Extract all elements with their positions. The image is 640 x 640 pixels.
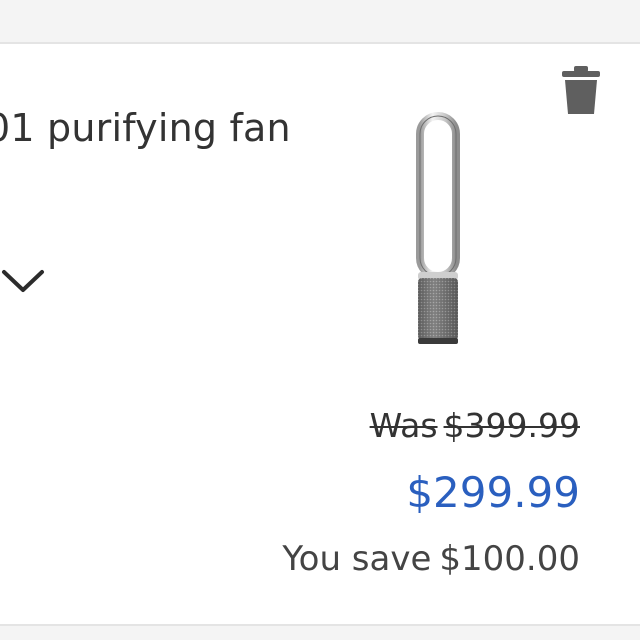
savings-label: You save [282, 539, 432, 579]
chevron-down-icon[interactable] [0, 262, 50, 302]
top-divider-strip [0, 0, 640, 44]
current-price: $299.99 [406, 468, 580, 517]
product-name: 01 purifying fan [0, 106, 291, 150]
was-price-value: $399.99 [443, 406, 580, 445]
cart-page: 01 purifying fan Was $399.99 $299.99 You… [0, 0, 640, 640]
trash-icon[interactable] [560, 64, 602, 116]
was-price-label: Was [369, 406, 438, 445]
was-price: Was $399.99 [370, 404, 580, 448]
bottom-divider-strip [0, 626, 640, 640]
savings-text: You save $100.00 [282, 536, 580, 582]
product-image [402, 112, 474, 348]
savings-amount: $100.00 [439, 539, 580, 579]
